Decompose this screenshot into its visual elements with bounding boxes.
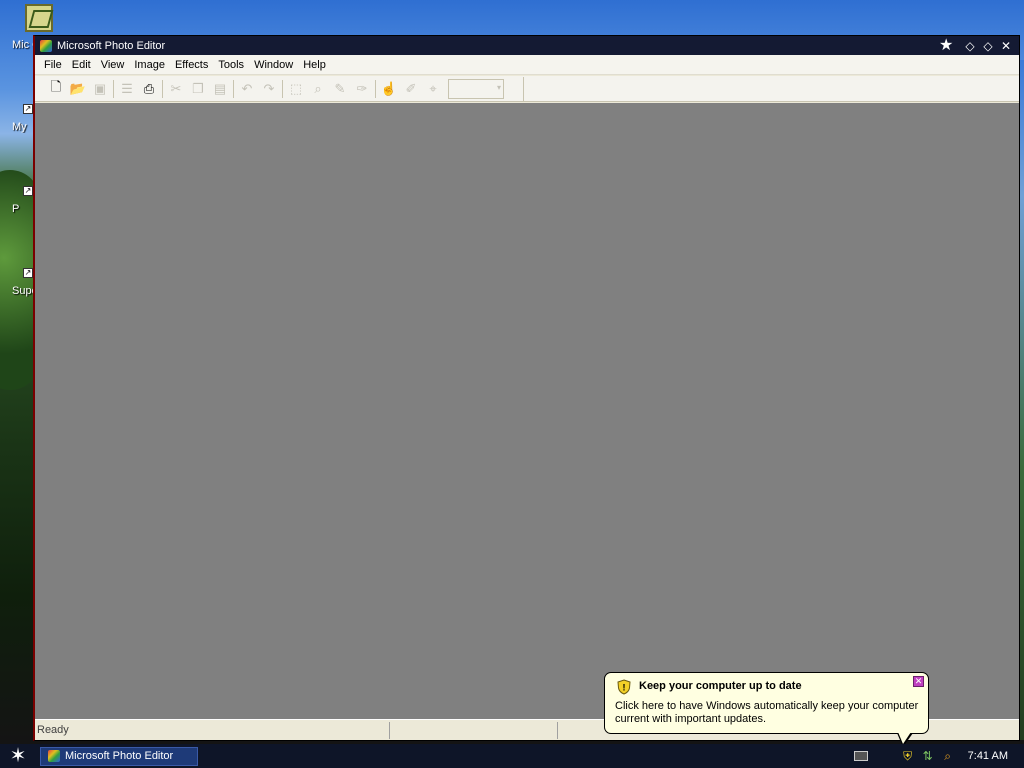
taskbar-task-photo-editor[interactable]: Microsoft Photo Editor — [40, 746, 198, 766]
update-notification-balloon[interactable]: ! Keep your computer up to date Click he… — [604, 672, 929, 734]
sharpen-icon[interactable]: ✐ — [400, 78, 422, 100]
menu-window[interactable]: Window — [249, 55, 298, 75]
copy-icon[interactable]: ❐ — [187, 78, 209, 100]
search-icon[interactable]: ⌕ — [940, 748, 956, 764]
print-icon[interactable]: ⎙ — [138, 78, 160, 100]
menu-file[interactable]: File — [39, 55, 67, 75]
shortcut-arrow-icon — [23, 186, 33, 196]
close-button[interactable]: ✕ — [999, 39, 1013, 53]
system-tray: ⛨ ⇅ ⌕ 7:41 AM — [853, 744, 1024, 768]
menu-bar: File Edit View Image Effects Tools Windo… — [35, 55, 1019, 75]
text-icon[interactable]: ✎ — [329, 78, 351, 100]
toolbar-separator — [162, 79, 163, 98]
taskbar: ✶ Microsoft Photo Editor ⛨ ⇅ ⌕ 7:41 AM — [0, 744, 1024, 768]
start-button[interactable]: ✶ — [0, 744, 36, 768]
network-icon[interactable]: ⇅ — [920, 748, 936, 764]
shortcut-arrow-icon — [23, 268, 33, 278]
toolbar-separator — [523, 77, 524, 101]
scan-icon[interactable]: ☰ — [116, 78, 138, 100]
toolbar-separator — [113, 79, 114, 98]
balloon-tail-fill — [898, 732, 911, 744]
cut-icon[interactable]: ✂ — [165, 78, 187, 100]
zoom-icon[interactable]: ⌖ — [422, 78, 444, 100]
select-icon[interactable]: ⬚ — [285, 78, 307, 100]
save-icon[interactable]: ▣ — [89, 78, 111, 100]
taskbar-task-label: Microsoft Photo Editor — [65, 750, 174, 762]
menu-effects[interactable]: Effects — [170, 55, 213, 75]
new-icon[interactable]: 🗋 — [45, 78, 67, 100]
crop-icon[interactable]: ⌕ — [307, 78, 329, 100]
menu-image[interactable]: Image — [129, 55, 170, 75]
paste-icon[interactable]: ▤ — [209, 78, 231, 100]
title-bar[interactable]: Microsoft Photo Editor ★ ◇ ◇ ✕ — [35, 36, 1019, 55]
status-pane — [389, 721, 557, 739]
smudge-icon[interactable]: ☝ — [378, 78, 400, 100]
zoom-select[interactable] — [448, 78, 504, 99]
open-icon[interactable]: 📂 — [67, 78, 89, 100]
balloon-title: Keep your computer up to date — [639, 680, 802, 692]
photo-editor-window: Microsoft Photo Editor ★ ◇ ◇ ✕ File Edit… — [33, 35, 1020, 741]
security-shield-tray-icon[interactable]: ⛨ — [900, 748, 916, 764]
svg-text:!: ! — [623, 683, 626, 693]
undo-icon[interactable]: ↶ — [236, 78, 258, 100]
balloon-message[interactable]: Click here to have Windows automatically… — [615, 700, 920, 726]
toolbar-separator — [282, 79, 283, 98]
shortcut-arrow-icon — [23, 104, 33, 114]
photo-editor-icon[interactable] — [39, 39, 53, 53]
menu-tools[interactable]: Tools — [213, 55, 249, 75]
desktop-shortcut-icon[interactable] — [25, 4, 53, 32]
maximize-button[interactable]: ◇ — [981, 39, 995, 53]
standard-toolbar: 🗋 📂 ▣ ☰ ⎙ ✂ ❐ ▤ ↶ ↷ ⬚ ⌕ ✎ ✑ ☝ ✐ ⌖ — [35, 76, 1019, 102]
keyboard-icon[interactable] — [853, 751, 868, 761]
balloon-close-button[interactable]: ✕ — [913, 676, 924, 687]
toolbar-separator — [233, 79, 234, 98]
menu-view[interactable]: View — [96, 55, 130, 75]
clock[interactable]: 7:41 AM — [968, 750, 1008, 762]
workspace-area[interactable] — [35, 103, 1019, 719]
star-icon[interactable]: ★ — [939, 37, 953, 53]
redo-icon[interactable]: ↷ — [258, 78, 280, 100]
menu-edit[interactable]: Edit — [67, 55, 96, 75]
window-controls: ★ ◇ ◇ ✕ — [939, 37, 1013, 53]
security-shield-icon: ! — [617, 679, 631, 695]
photo-editor-icon — [47, 749, 61, 763]
menu-help[interactable]: Help — [298, 55, 331, 75]
minimize-button[interactable]: ◇ — [963, 39, 977, 53]
toolbar-separator — [375, 79, 376, 98]
status-text: Ready — [37, 724, 69, 736]
set-transparent-icon[interactable]: ✑ — [351, 78, 373, 100]
window-title: Microsoft Photo Editor — [57, 39, 166, 52]
